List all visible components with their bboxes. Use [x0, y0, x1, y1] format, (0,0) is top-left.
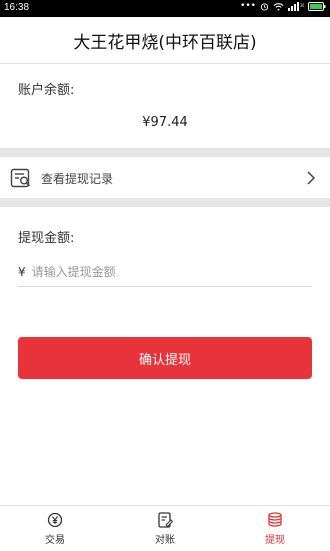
- balance-value: ¥97.44: [142, 115, 188, 130]
- tab-label: 交易: [45, 534, 65, 546]
- svg-text:3G: 3G: [300, 3, 304, 8]
- tab-reconciliation[interactable]: 对账: [110, 506, 220, 551]
- withdraw-records-row[interactable]: 查看提现记录: [0, 158, 330, 198]
- currency-symbol: ¥: [18, 265, 26, 279]
- tab-withdraw[interactable]: 提现: [220, 506, 330, 551]
- tab-transactions[interactable]: 交易: [0, 506, 110, 551]
- page-title: 大王花甲烧(中环百联店): [73, 32, 257, 53]
- status-bar: 16:38 ••• 3G: [0, 0, 330, 17]
- record-search-icon: [10, 168, 31, 188]
- more-dots-icon: •••: [240, 1, 256, 11]
- battery-icon: [308, 1, 326, 11]
- tab-label: 提现: [265, 534, 285, 546]
- confirm-withdraw-button[interactable]: 确认提现: [18, 337, 312, 379]
- status-icons: ••• 3G: [240, 1, 326, 11]
- section-divider: [0, 148, 330, 157]
- tab-label: 对账: [155, 534, 175, 546]
- signal-icon: 3G: [288, 1, 304, 11]
- section-divider: [0, 198, 330, 207]
- amount-field: ¥: [18, 258, 312, 287]
- edit-list-icon: [158, 511, 174, 528]
- yuan-coin-icon: [47, 512, 63, 527]
- coin-stack-icon: [268, 511, 282, 527]
- title-bar: 大王花甲烧(中环百联店): [0, 17, 330, 64]
- alarm-icon: [260, 2, 269, 11]
- wifi-icon: [273, 2, 284, 11]
- chevron-right-icon: [307, 171, 316, 185]
- status-time: 16:38: [4, 2, 30, 13]
- balance-label: 账户余额:: [18, 83, 75, 98]
- bottom-tab-bar: 交易 对账 提现: [0, 505, 330, 551]
- records-label: 查看提现记录: [41, 172, 114, 186]
- amount-label: 提现金额:: [18, 231, 75, 246]
- amount-input[interactable]: [31, 265, 292, 279]
